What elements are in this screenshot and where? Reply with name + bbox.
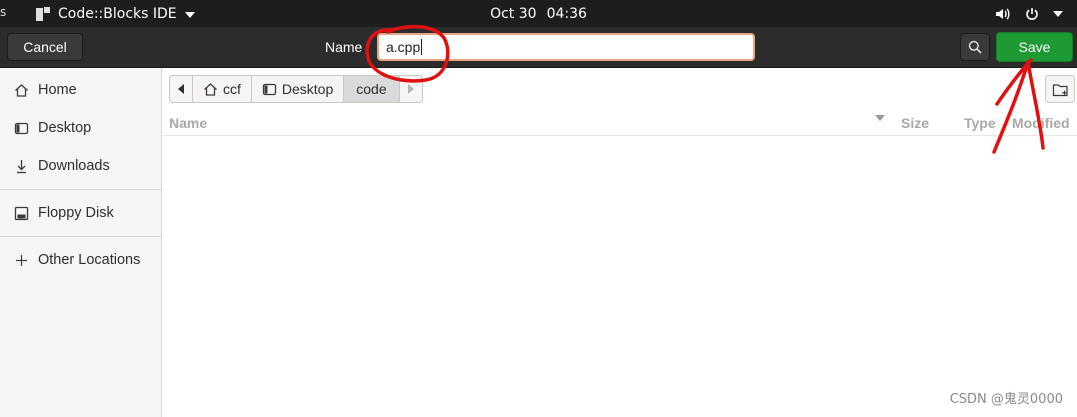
dialog-header: Cancel Name a.cpp Save [0, 27, 1077, 68]
filename-input[interactable]: a.cpp [377, 33, 755, 61]
volume-icon [996, 7, 1010, 20]
desktop-icon [14, 121, 29, 136]
system-tray[interactable] [995, 0, 1063, 27]
watermark: CSDN @鬼灵0000 [949, 392, 1063, 407]
sidebar-item-desktop[interactable]: Desktop [0, 110, 161, 146]
sidebar-item-label: Desktop [38, 120, 92, 136]
path-bar: ccf Desktop code [169, 75, 423, 103]
column-header-type[interactable]: Type [964, 115, 996, 131]
new-folder-button[interactable] [1045, 75, 1075, 103]
floppy-disk-icon [14, 206, 29, 221]
search-button[interactable] [960, 33, 990, 61]
chevron-left-icon [178, 84, 184, 94]
path-segment-code[interactable]: code [344, 75, 400, 103]
sidebar-item-downloads[interactable]: Downloads [0, 148, 161, 184]
sidebar-item-other-locations[interactable]: Other Locations [0, 242, 161, 278]
path-back-button[interactable] [169, 75, 193, 103]
sidebar-divider [0, 236, 161, 237]
home-icon [14, 83, 29, 98]
column-header-modified[interactable]: Modified [1012, 115, 1070, 131]
file-list-header: Name Size Type Modified [163, 110, 1077, 136]
sidebar-item-home[interactable]: Home [0, 72, 161, 108]
new-folder-icon [1052, 83, 1068, 96]
path-segment-label: Desktop [281, 81, 334, 97]
desktop-icon [262, 83, 277, 95]
home-icon [204, 82, 217, 96]
name-label: Name [325, 39, 363, 55]
path-forward-button[interactable] [399, 75, 423, 103]
plus-icon [14, 253, 29, 268]
sidebar-item-label: Floppy Disk [38, 205, 114, 221]
cancel-button[interactable]: Cancel [7, 33, 83, 61]
save-button[interactable]: Save [996, 32, 1073, 62]
text-cursor [421, 39, 423, 55]
sidebar-item-floppy-disk[interactable]: Floppy Disk [0, 195, 161, 231]
clock-date: Oct 30 [490, 5, 537, 22]
path-segment-label: ccf [223, 81, 241, 97]
sidebar-item-label: Other Locations [38, 252, 141, 268]
sidebar-item-label: Downloads [38, 158, 110, 174]
column-header-size[interactable]: Size [901, 115, 929, 131]
search-icon [968, 40, 982, 54]
path-segment-ccf[interactable]: ccf [193, 75, 252, 103]
file-list[interactable] [163, 137, 1077, 417]
path-segment-label: code [356, 81, 387, 97]
clock-time: 04:36 [546, 5, 587, 22]
places-sidebar: Home Desktop Downloads Floppy Disk Other… [0, 68, 162, 417]
sidebar-item-label: Home [38, 82, 77, 98]
download-icon [14, 159, 29, 174]
clock[interactable]: Oct 30 04:36 [0, 0, 1077, 27]
column-header-name[interactable]: Name [169, 115, 207, 131]
chevron-right-icon [407, 84, 414, 94]
top-bar: s Code::Blocks IDE Oct 30 04:36 [0, 0, 1077, 27]
path-segment-desktop[interactable]: Desktop [251, 75, 345, 103]
sort-descending-icon [875, 115, 885, 121]
filename-value: a.cpp [386, 39, 421, 55]
chevron-down-icon [1053, 10, 1063, 17]
power-icon [1026, 7, 1038, 20]
sidebar-divider [0, 189, 161, 190]
